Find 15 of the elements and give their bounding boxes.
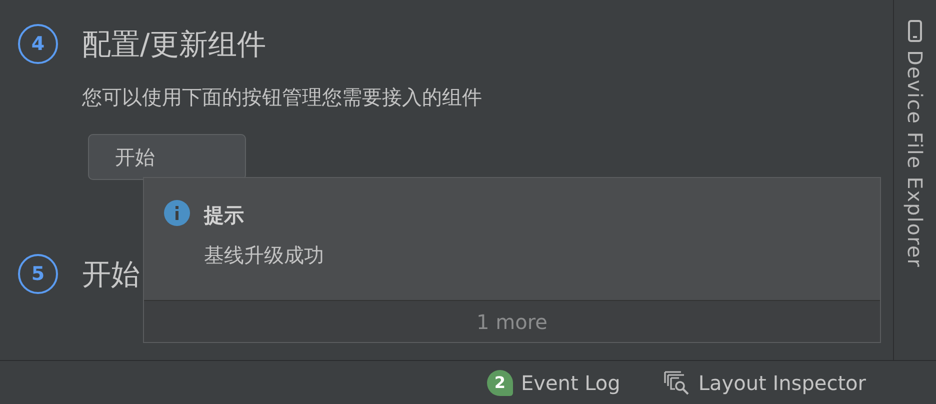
step-number: 5 bbox=[18, 254, 58, 294]
info-icon bbox=[164, 200, 190, 226]
step-title: 开始 bbox=[82, 256, 140, 293]
start-config-button[interactable]: 开始 bbox=[88, 134, 246, 180]
notification-title: 提示 bbox=[204, 202, 245, 229]
phone-icon bbox=[908, 20, 922, 42]
device-file-explorer-tab[interactable]: Device File Explorer bbox=[900, 20, 930, 268]
event-log-button[interactable]: 2 Event Log bbox=[486, 368, 620, 398]
step-title: 配置/更新组件 bbox=[82, 26, 266, 63]
notification-message: 基线升级成功 bbox=[204, 242, 324, 269]
step-description: 您可以使用下面的按钮管理您需要接入的组件 bbox=[82, 84, 483, 111]
more-notifications-link[interactable]: 1 more bbox=[144, 300, 880, 342]
step-number: 4 bbox=[18, 24, 58, 64]
layout-inspector-button[interactable]: Layout Inspector bbox=[664, 368, 866, 398]
layout-inspector-icon bbox=[664, 370, 690, 394]
